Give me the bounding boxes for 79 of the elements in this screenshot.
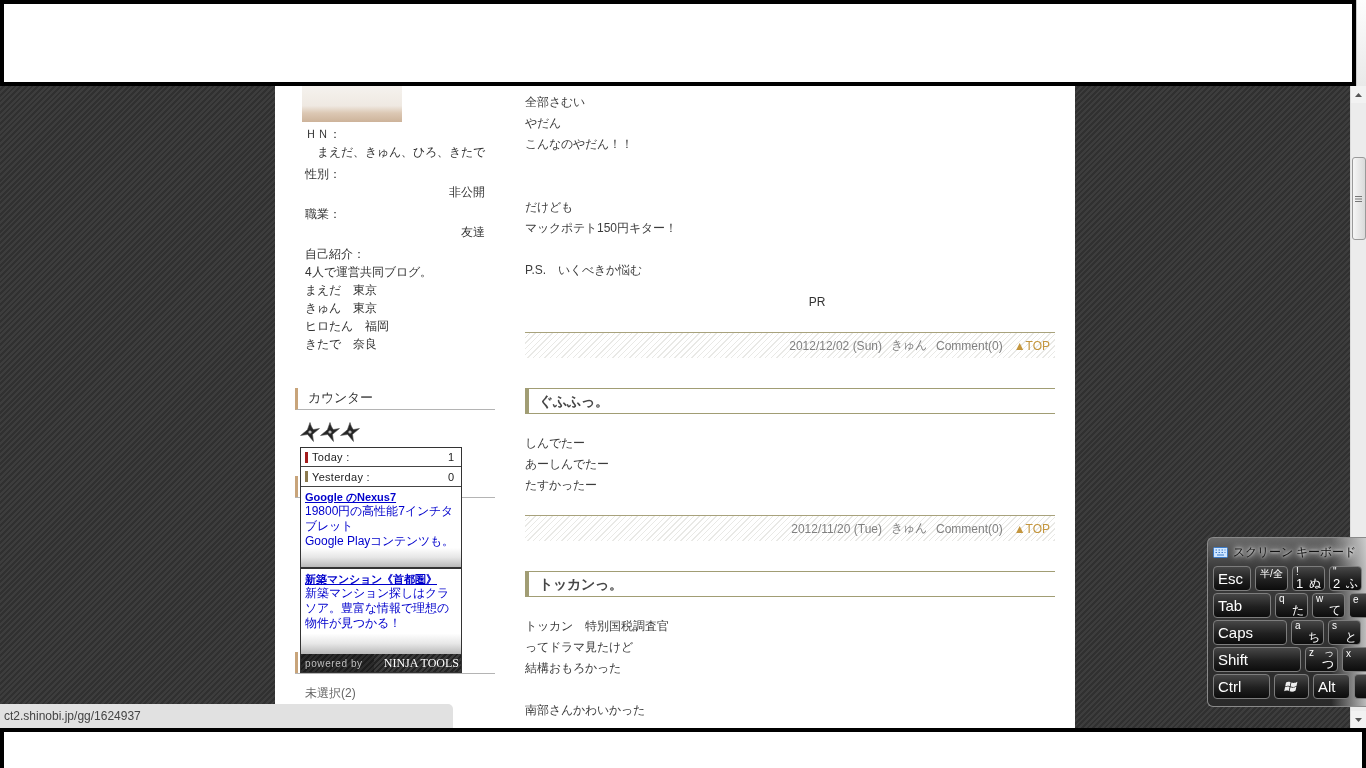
flag-icon <box>1284 680 1299 693</box>
keyboard-key[interactable]: Caps <box>1213 620 1287 645</box>
profile-label: 職業： <box>305 206 341 223</box>
keyboard-key[interactable]: a ち <box>1291 620 1324 645</box>
post-line: しんでたー <box>525 435 585 452</box>
keyboard-key[interactable] <box>1274 674 1309 699</box>
scroll-up-button[interactable] <box>1351 86 1366 103</box>
status-url: ct2.shinobi.jp/gg/1624937 <box>0 704 453 728</box>
profile-value: まえだ、きゅん、ひろ、きたで <box>317 144 485 161</box>
post-line: たすかったー <box>525 477 597 494</box>
profile-text: きたで 奈良 <box>305 336 377 353</box>
powered-by-label: powered by <box>304 657 363 669</box>
keyboard-title: スクリーン キーボード <box>1233 543 1357 561</box>
keyboard-key[interactable]: s と <box>1328 620 1361 645</box>
counter-value: 0 <box>447 470 454 483</box>
grip-icon <box>1355 195 1362 202</box>
post-title: トッカンっ。 <box>525 571 1055 597</box>
post-line: あーしんでたー <box>525 456 609 473</box>
ad-text: 新築マンション探しはクラソア。豊富な情報で理想の物件が見つかる！ <box>305 586 450 631</box>
post-line: トッカン 特別国税調査官 <box>525 618 669 635</box>
keyboard-icon <box>1213 546 1228 558</box>
post-line: だけども <box>525 199 573 216</box>
post-line: 南部さんかわいかった <box>525 702 645 719</box>
profile-text: まえだ 東京 <box>305 282 377 299</box>
counter-label: Yesterday : <box>312 470 370 483</box>
post-date: 2012/11/20 (Tue) <box>791 521 882 536</box>
keyboard-key[interactable]: z っ つ <box>1305 647 1338 672</box>
profile-value: 非公開 <box>449 184 485 201</box>
keyboard-key[interactable]: ! 1 ぬ <box>1292 566 1325 591</box>
category-link[interactable]: 未選択(2) <box>305 685 356 701</box>
heading-marker <box>295 652 298 673</box>
scroll-down-button[interactable] <box>1351 711 1366 728</box>
keyboard-key[interactable]: q た <box>1275 593 1308 618</box>
heading-marker <box>295 476 298 497</box>
post-line: P.S. いくべきか悩む <box>525 262 643 279</box>
shuriken-icon <box>340 422 360 442</box>
post-line: ってドラマ見たけど <box>525 639 633 656</box>
author-link[interactable]: きゅん <box>891 520 927 537</box>
profile-label: 性別： <box>305 166 341 183</box>
post-title: ぐふふっ。 <box>525 388 1055 414</box>
profile-text: きゅん 東京 <box>305 300 377 317</box>
counter-label: Today : <box>312 451 350 463</box>
pr-label: PR <box>808 294 826 311</box>
profile-label: ＨＮ： <box>305 126 341 143</box>
profile-text: ヒロたん 福岡 <box>305 318 389 335</box>
keyboard-key[interactable]: Ctrl <box>1213 674 1270 699</box>
profile-text: 4人で運営共同ブログ。 <box>305 264 432 281</box>
caret-down-icon <box>1355 717 1362 722</box>
post-line: 結構おもろかった <box>525 660 621 677</box>
keyboard-key[interactable]: x <box>1342 647 1366 672</box>
ad-title-link[interactable]: Google のNexus7 <box>305 490 397 504</box>
post-line: こんなのやだん！！ <box>525 136 633 153</box>
keyboard-key[interactable]: 半/全 <box>1255 566 1288 591</box>
keyboard-key[interactable]: Tab <box>1213 593 1271 618</box>
post-line: やだん <box>525 115 561 132</box>
keyboard-key[interactable]: Esc <box>1213 566 1251 591</box>
shuriken-icon <box>320 422 340 442</box>
keyboard-key[interactable]: Alt <box>1313 674 1350 699</box>
ad-text: 19800円の高性能7インチタブレット <box>305 504 455 534</box>
counter-value: 1 <box>447 451 454 463</box>
keyboard-key[interactable]: w て <box>1312 593 1345 618</box>
caret-up-icon <box>1355 92 1362 97</box>
author-link[interactable]: きゅん <box>891 337 927 354</box>
ad-title-link[interactable]: 新築マンション《首都圏》 <box>305 572 437 586</box>
sidebar-heading: カウンター <box>295 388 495 410</box>
keyboard-key[interactable]: e <box>1349 593 1366 618</box>
shuriken-icon <box>300 422 320 442</box>
post-line: 全部さむい <box>525 94 585 111</box>
keyboard-key[interactable]: Shift <box>1213 647 1301 672</box>
ad-text: Google Playコンテンツも。 <box>305 534 456 549</box>
profile-label: 自己紹介： <box>305 246 365 263</box>
scrollbar-thumb[interactable] <box>1351 157 1366 240</box>
profile-value: 友達 <box>461 224 485 241</box>
brand-label: NINJA TOOLS <box>373 654 461 672</box>
post-line: マックポテト150円キター！ <box>525 220 678 237</box>
comment-link[interactable]: Comment(0) <box>936 338 1003 353</box>
comment-link[interactable]: Comment(0) <box>936 521 1003 536</box>
keyboard-key[interactable]: " 2 ふ <box>1329 566 1362 591</box>
post-date: 2012/12/02 (Sun) <box>789 338 882 353</box>
